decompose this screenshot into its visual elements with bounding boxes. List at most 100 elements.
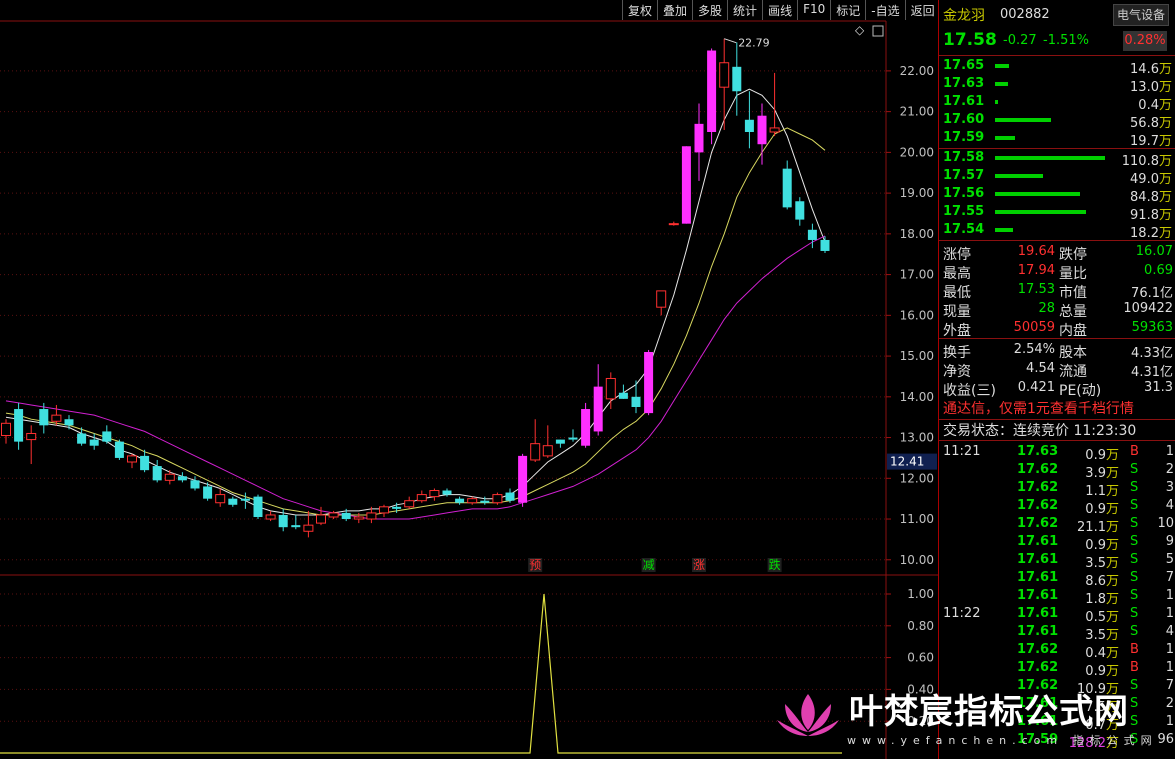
candle[interactable] <box>644 349 654 416</box>
tick-price: 17.62 <box>1017 660 1059 675</box>
ma-white-line <box>5 88 826 516</box>
candle-body <box>593 386 603 432</box>
y-tick-label: 13.00 <box>900 431 934 445</box>
candle[interactable] <box>581 402 591 448</box>
candle[interactable] <box>455 496 465 505</box>
bid-row[interactable]: 17.56 84.8万 <box>939 185 1175 205</box>
candle[interactable] <box>593 364 603 436</box>
candle[interactable] <box>732 42 742 116</box>
candle[interactable] <box>757 103 767 165</box>
toolbar-button[interactable]: 返回 <box>904 0 940 20</box>
price-change-pct: -1.51% <box>1043 33 1089 48</box>
candle[interactable] <box>164 470 175 485</box>
candle[interactable] <box>89 433 99 450</box>
candle[interactable] <box>656 290 667 316</box>
candle[interactable] <box>568 429 578 442</box>
candle[interactable] <box>253 494 263 520</box>
diamond-icon[interactable]: ◇ <box>855 23 865 37</box>
candle[interactable] <box>769 72 780 137</box>
candle[interactable] <box>605 372 616 410</box>
stat-label-limit_up: 涨停 <box>943 247 971 263</box>
signal-label: 跌 <box>769 557 781 572</box>
ask-row[interactable]: 17.60 56.8万 <box>939 111 1175 131</box>
candle[interactable] <box>795 197 805 226</box>
tick-count: 4 <box>1165 498 1174 513</box>
candle-body <box>228 498 238 505</box>
candle[interactable] <box>618 384 628 399</box>
candle[interactable] <box>719 38 730 130</box>
candle[interactable] <box>518 453 528 507</box>
sector-button[interactable]: 电气设备 <box>1113 4 1169 26</box>
kline-chart[interactable]: 22.79 22.00 21.00 20.00 19.00 18.00 17.00 16.00… <box>0 0 938 759</box>
candle[interactable] <box>152 459 162 483</box>
stat-label-total_vol: 总量 <box>1059 304 1087 320</box>
window-restore-icon[interactable] <box>872 25 884 37</box>
ask-volume-bar <box>995 100 998 104</box>
toolbar-button[interactable]: F10 <box>797 0 830 20</box>
toolbar-button[interactable]: 统计 <box>727 0 762 20</box>
candle[interactable] <box>631 380 641 414</box>
ma-magenta-line <box>5 235 826 520</box>
stat-label-nav: 净资 <box>943 364 971 380</box>
toolbar-button[interactable]: 画线 <box>762 0 797 20</box>
stat-label-mkt_cap: 市值 <box>1059 285 1087 301</box>
bid-row[interactable]: 17.57 49.0万 <box>939 167 1175 187</box>
candle[interactable] <box>404 496 415 509</box>
candle[interactable] <box>26 425 37 465</box>
candle[interactable] <box>694 103 704 181</box>
ask-row[interactable]: 17.59 19.7万 <box>939 129 1175 149</box>
candle[interactable] <box>353 512 364 524</box>
toolbar-button[interactable]: -自选 <box>865 0 904 20</box>
candle[interactable] <box>668 221 679 226</box>
candle[interactable] <box>707 48 717 145</box>
candle[interactable] <box>228 496 238 507</box>
candle[interactable] <box>530 419 541 462</box>
ask-row[interactable]: 17.63 13.0万 <box>939 75 1175 95</box>
toolbar-button[interactable]: 多股 <box>692 0 727 20</box>
toolbar-button[interactable]: 叠加 <box>657 0 692 20</box>
candle[interactable] <box>542 425 553 458</box>
candle[interactable] <box>555 439 565 448</box>
candle[interactable] <box>1 419 11 444</box>
bid-row[interactable]: 17.58 110.8万 <box>939 149 1175 169</box>
toolbar-button[interactable]: 标记 <box>830 0 865 20</box>
candle[interactable] <box>429 488 440 501</box>
candle[interactable] <box>14 402 24 450</box>
tick-count: 1 <box>1165 588 1174 603</box>
toolbar-button[interactable]: 复权 <box>622 0 657 20</box>
bid-price: 17.56 <box>943 186 985 201</box>
unit-label: 万 <box>1158 134 1172 149</box>
tick-price: 17.62 <box>1017 516 1059 531</box>
candle[interactable] <box>265 510 276 522</box>
ask-row[interactable]: 17.65 14.6万 <box>939 57 1175 77</box>
bid-row[interactable]: 17.55 91.8万 <box>939 203 1175 223</box>
candle[interactable] <box>291 514 301 530</box>
candle[interactable] <box>102 425 112 444</box>
candle[interactable] <box>492 492 503 505</box>
candle[interactable] <box>215 488 226 507</box>
promo-banner[interactable]: 通达信，仅需1元查看千档行情 <box>939 398 1175 418</box>
candle[interactable] <box>681 146 691 224</box>
y-tick-label: 12.00 <box>900 471 934 485</box>
indicator-tick-label: 0.40 <box>907 682 934 696</box>
candle[interactable] <box>782 160 792 210</box>
candle-body <box>164 473 175 481</box>
bid-row[interactable]: 17.54 18.2万 <box>939 221 1175 241</box>
ask-row[interactable]: 17.61 0.4万 <box>939 93 1175 113</box>
candle[interactable] <box>820 236 830 253</box>
candle[interactable] <box>177 472 187 483</box>
tick-count: 7 <box>1165 570 1174 585</box>
candle[interactable] <box>416 490 427 503</box>
candle[interactable] <box>240 492 250 509</box>
y-tick-label: 18.00 <box>900 227 934 241</box>
stat-value-nav: 4.54 <box>1026 361 1055 376</box>
candle[interactable] <box>505 488 515 503</box>
candle[interactable] <box>744 91 754 149</box>
candle[interactable] <box>379 504 389 517</box>
candle[interactable] <box>114 439 124 460</box>
candle[interactable] <box>467 496 478 505</box>
candle-body <box>51 414 62 422</box>
candle[interactable] <box>127 453 137 469</box>
candle[interactable] <box>190 476 200 491</box>
candle-body <box>140 455 150 471</box>
